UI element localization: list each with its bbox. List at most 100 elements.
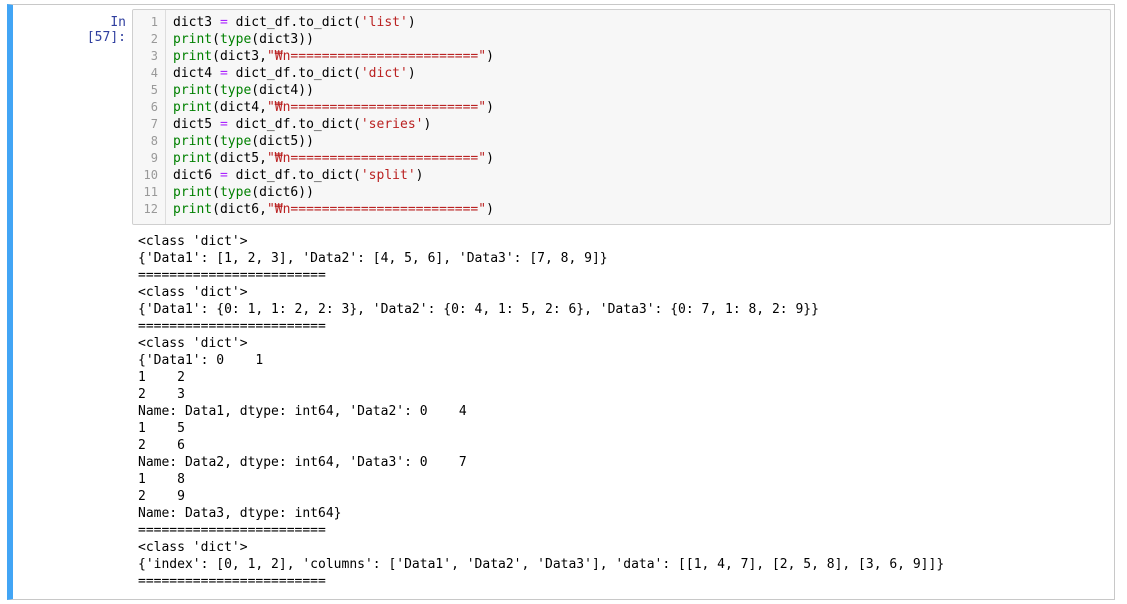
code-line: dict4 = dict_df.to_dict('dict') (173, 65, 416, 82)
code-token: 'dict' (360, 66, 408, 81)
output-line: {'index': [0, 1, 2], 'columns': ['Data1'… (138, 557, 945, 572)
code-token: (dict6, (212, 202, 267, 217)
line-number: 4 (150, 66, 158, 80)
code-line: print(type(dict5)) (173, 133, 314, 150)
code-token: print (173, 185, 213, 200)
code-token: print (173, 32, 213, 47)
code-token: print (173, 49, 213, 64)
code-token: print (173, 83, 213, 98)
cell-output: <class 'dict'> {'Data1': [1, 2, 3], 'Data… (138, 233, 1108, 590)
code-token: (dict3)) (251, 32, 314, 47)
code-token: dict_df.to_dict( (227, 117, 361, 132)
code-token: "₩n========================" (266, 100, 487, 115)
output-line: ======================== (138, 523, 326, 538)
code-token: ) (486, 202, 494, 217)
output-line: ======================== (138, 574, 326, 589)
line-number: 3 (150, 49, 158, 63)
output-line: Name: Data2, dtype: int64, 'Data3': 0 7 (138, 455, 467, 470)
code-token: = (219, 117, 228, 132)
output-line: ======================== (138, 319, 326, 334)
code-token: dict5 (173, 117, 220, 132)
code-token: print (173, 134, 213, 149)
line-number: 7 (150, 117, 158, 131)
output-line: Name: Data3, dtype: int64} (138, 506, 342, 521)
line-number: 6 (150, 100, 158, 114)
code-token: (dict5)) (251, 134, 314, 149)
code-line: dict5 = dict_df.to_dict('series') (173, 116, 431, 133)
line-number: 5 (150, 83, 158, 97)
input-prompt: In [57]: (86, 15, 126, 45)
code-token: "₩n========================" (266, 151, 487, 166)
code-line: print(dict3,"₩n========================"… (173, 48, 494, 65)
code-token: ) (423, 117, 432, 132)
output-line: ======================== (138, 268, 326, 283)
output-line: Name: Data1, dtype: int64, 'Data2': 0 4 (138, 404, 467, 419)
output-line: 1 5 (138, 421, 185, 436)
code-line: print(type(dict6)) (173, 184, 314, 201)
code-token: type (219, 185, 252, 200)
code-token: dict6 (173, 168, 220, 183)
code-token: ( (212, 83, 220, 98)
code-line: print(dict6,"₩n========================"… (173, 201, 494, 218)
code-token: ) (486, 49, 494, 64)
code-token: (dict6)) (251, 185, 314, 200)
line-number: 8 (150, 134, 158, 148)
output-line: 1 8 (138, 472, 185, 487)
code-token: ) (486, 100, 494, 115)
output-line: {'Data1': {0: 1, 1: 2, 2: 3}, 'Data2': {… (138, 302, 819, 317)
code-token: 'split' (360, 168, 416, 183)
code-editor[interactable]: 1 2 3 4 5 6 7 8 9 10 11 12 dict3 = dict_df.to_dict(… (132, 9, 1111, 225)
line-number-gutter: 1 2 3 4 5 6 7 8 9 10 11 12 (133, 10, 166, 224)
output-line: <class 'dict'> (138, 540, 248, 555)
code-line: print(dict5,"₩n========================"… (173, 150, 494, 167)
code-token: dict3 (173, 15, 220, 30)
line-number: 1 (150, 15, 158, 29)
code-token: dict_df.to_dict( (227, 66, 361, 81)
code-token: ( (212, 134, 220, 149)
output-line: <class 'dict'> (138, 234, 248, 249)
code-token: (dict4, (212, 100, 267, 115)
code-token: ( (212, 185, 220, 200)
output-line: 1 2 (138, 370, 185, 385)
code-token: (dict4)) (251, 83, 314, 98)
code-token: ( (212, 32, 220, 47)
code-token: type (219, 32, 252, 47)
code-token: = (219, 66, 228, 81)
code-token: 'list' (360, 15, 408, 30)
output-line: 2 3 (138, 387, 185, 402)
code-token: = (219, 168, 228, 183)
output-line: 2 9 (138, 489, 185, 504)
code-token: (dict3, (212, 49, 267, 64)
code-token: 'series' (360, 117, 424, 132)
code-token: print (173, 100, 213, 115)
code-token: dict_df.to_dict( (227, 15, 361, 30)
output-line: <class 'dict'> (138, 336, 248, 351)
code-line: dict3 = dict_df.to_dict('list') (173, 14, 416, 31)
code-token: dict4 (173, 66, 220, 81)
code-token: ) (407, 66, 416, 81)
code-line: print(dict4,"₩n========================"… (173, 99, 494, 116)
output-line: {'Data1': [1, 2, 3], 'Data2': [4, 5, 6],… (138, 251, 608, 266)
code-token: type (219, 134, 252, 149)
code-token: print (173, 151, 213, 166)
output-line: <class 'dict'> (138, 285, 248, 300)
code-token: ) (415, 168, 424, 183)
output-line: {'Data1': 0 1 (138, 353, 264, 368)
code-token: print (173, 202, 213, 217)
code-token: dict_df.to_dict( (227, 168, 361, 183)
code-line: print(type(dict4)) (173, 82, 314, 99)
code-token: (dict5, (212, 151, 267, 166)
line-number: 11 (143, 185, 158, 199)
code-line: dict6 = dict_df.to_dict('split') (173, 167, 423, 184)
line-number: 12 (143, 202, 158, 216)
code-token: = (219, 15, 228, 30)
line-number: 10 (143, 168, 158, 182)
code-token: ) (486, 151, 494, 166)
line-number: 2 (150, 32, 158, 46)
code-token: ) (407, 15, 416, 30)
code-token: "₩n========================" (266, 202, 487, 217)
line-number: 9 (150, 151, 158, 165)
code-token: "₩n========================" (266, 49, 487, 64)
code-token: type (219, 83, 252, 98)
code-line: print(type(dict3)) (173, 31, 314, 48)
